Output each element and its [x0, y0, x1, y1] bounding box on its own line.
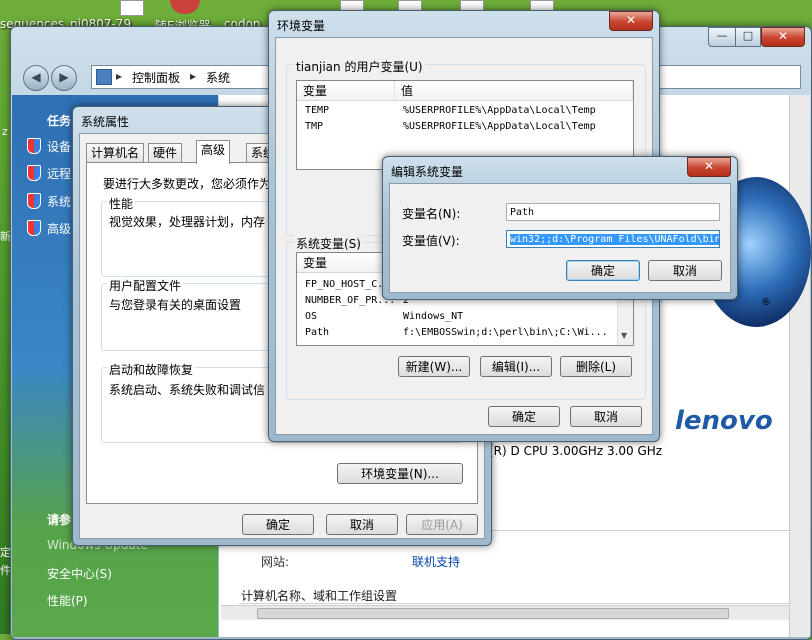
task-link-devices[interactable]: 设备 — [47, 138, 71, 155]
new-variable-button[interactable]: 新建(W)... — [398, 356, 470, 377]
website-label: 网站: — [261, 555, 290, 569]
performance-link[interactable]: 性能(P) — [47, 592, 88, 609]
cancel-button[interactable]: 取消 — [570, 406, 642, 427]
scrollbar[interactable] — [789, 95, 810, 637]
edit-system-variable-dialog: 编辑系统变量 ✕ 变量名(N): Path 变量值(V): win32;;d:\… — [382, 156, 738, 300]
close-icon[interactable]: ✕ — [687, 157, 731, 177]
list-item-value[interactable]: %USERPROFILE%\AppData\Local\Temp — [403, 103, 596, 119]
list-item-name[interactable]: Path — [305, 325, 329, 341]
list-item-value[interactable]: Windows_NT — [403, 309, 463, 325]
shield-icon — [27, 138, 41, 154]
variable-name-label: 变量名(N): — [402, 207, 461, 221]
admin-note: 要进行大多数更改，您必须作为 — [103, 177, 272, 191]
task-link-remote[interactable]: 远程 — [47, 165, 71, 182]
cancel-button[interactable]: 取消 — [326, 514, 398, 535]
maximize-icon[interactable]: □ — [735, 27, 761, 47]
see-also-header: 请参 — [47, 513, 72, 527]
forward-arrow-icon[interactable]: ▶ — [51, 65, 77, 91]
ok-button[interactable]: 确定 — [242, 514, 314, 535]
list-item-name[interactable]: OS — [305, 309, 317, 325]
list-item-name[interactable]: TEMP — [305, 103, 329, 119]
cancel-button[interactable]: 取消 — [648, 260, 722, 281]
cpu-info: (R) D CPU 3.00GHz 3.00 GHz — [489, 444, 663, 458]
desktop-label: z — [2, 125, 8, 138]
breadcrumb-separator: ▸ — [190, 69, 197, 83]
section-title: 计算机名称、域和工作组设置 — [241, 589, 398, 603]
tab-computer-name[interactable]: 计算机名 — [86, 143, 145, 163]
horizontal-scrollbar[interactable] — [221, 605, 789, 620]
control-panel-icon — [96, 69, 112, 85]
tab-advanced[interactable]: 高级 — [196, 140, 231, 164]
shield-icon — [27, 165, 41, 181]
dialog-client: 变量名(N): Path 变量值(V): win32;;d:\Program F… — [389, 183, 731, 293]
column-header-value[interactable]: 值 — [395, 81, 633, 101]
list-item-value[interactable]: f:\EMBOSSwin;d:\perl\bin\;C:\Wi... — [403, 325, 608, 341]
lenovo-logo: lenovo — [675, 406, 773, 436]
dialog-title: 环境变量 — [277, 19, 326, 33]
breadcrumb-system[interactable]: 系统 — [206, 69, 230, 86]
breadcrumb-control-panel[interactable]: 控制面板 — [132, 69, 180, 86]
variable-name-field[interactable]: Path — [506, 203, 720, 221]
close-icon[interactable]: ✕ — [609, 11, 653, 31]
breadcrumb-separator: ▸ — [116, 69, 123, 83]
list-item-name[interactable]: TMP — [305, 119, 323, 135]
shield-icon — [27, 193, 41, 209]
group-label: 系统变量(S) — [294, 235, 363, 252]
group-label: 性能 — [107, 195, 136, 212]
online-support-link[interactable]: 联机支持 — [412, 553, 460, 570]
close-icon[interactable]: ✕ — [761, 27, 805, 47]
variable-value-field[interactable]: win32;;d:\Program Files\UNAFold\bin — [506, 230, 720, 248]
environment-variables-button[interactable]: 环境变量(N)... — [337, 463, 463, 484]
minimize-icon[interactable]: — — [708, 27, 736, 47]
column-header-variable[interactable]: 变量 — [297, 81, 395, 101]
group-description: 视觉效果，处理器计划，内存 — [109, 215, 266, 229]
scroll-thumb[interactable] — [257, 608, 729, 619]
column-header-variable[interactable]: 变量 — [297, 253, 395, 273]
ok-button[interactable]: 确定 — [566, 260, 640, 281]
task-link-system[interactable]: 系统 — [47, 193, 71, 210]
group-label: tianjian 的用户变量(U) — [294, 58, 425, 75]
task-link-advanced[interactable]: 高级 — [47, 220, 71, 237]
back-arrow-icon[interactable]: ◀ — [23, 65, 49, 91]
selected-text: win32;;d:\Program Files\UNAFold\bin — [510, 234, 720, 245]
trademark-mark: ® — [761, 297, 771, 308]
list-item-value[interactable]: %USERPROFILE%\AppData\Local\Temp — [403, 119, 596, 135]
group-description: 系统启动、系统失败和调试信 — [109, 383, 266, 397]
shield-icon — [27, 220, 41, 236]
variable-value-label: 变量值(V): — [402, 234, 460, 248]
group-label: 用户配置文件 — [107, 277, 184, 294]
tab-hardware[interactable]: 硬件 — [148, 143, 183, 163]
group-label: 启动和故障恢复 — [107, 361, 196, 378]
ok-button[interactable]: 确定 — [488, 406, 560, 427]
scroll-down-arrow-icon[interactable]: ▼ — [621, 331, 627, 340]
group-description: 与您登录有关的桌面设置 — [109, 298, 242, 312]
file-shortcut-icon[interactable] — [120, 0, 144, 16]
dialog-title: 系统属性 — [81, 115, 130, 129]
delete-variable-button[interactable]: 删除(L) — [560, 356, 632, 377]
dialog-title: 编辑系统变量 — [391, 165, 464, 179]
task-header: 任务 — [47, 114, 72, 128]
security-center-link[interactable]: 安全中心(S) — [47, 565, 112, 582]
divider — [239, 603, 791, 604]
edit-variable-button[interactable]: 编辑(I)... — [480, 356, 552, 377]
apply-button[interactable]: 应用(A) — [406, 514, 478, 535]
